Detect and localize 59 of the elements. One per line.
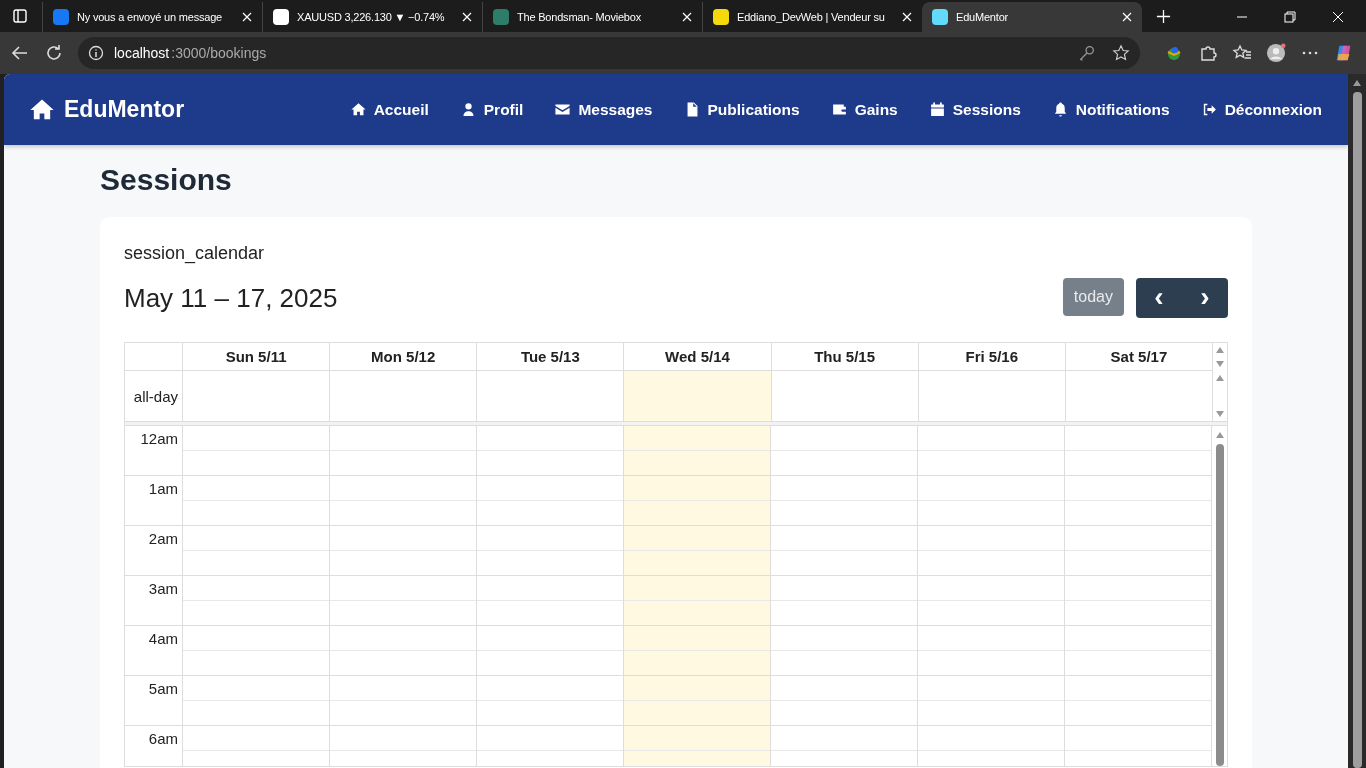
star-icon[interactable] [1112,44,1130,62]
scroll-up-icon[interactable] [1353,80,1361,86]
info-icon[interactable] [88,45,104,61]
home-icon [349,101,367,118]
calendar-title: session_calendar [124,243,266,264]
day-header: Sun 5/11 [182,343,330,371]
key-icon[interactable] [1078,44,1096,62]
nav-link[interactable]: Déconnexion [1200,100,1322,119]
sidebar-toggle-icon[interactable] [12,8,28,24]
scrollbar-thumb[interactable] [1215,444,1224,766]
hour-label: 3am [148,580,178,598]
hour-label: 5am [148,680,178,698]
close-icon[interactable] [462,12,472,22]
profile-avatar-icon[interactable] [1266,43,1286,63]
day-header: Tue 5/13 [476,343,624,371]
scrollbar-thumb[interactable] [1352,92,1362,768]
scroll-up-icon[interactable] [1216,347,1224,353]
site-icon [932,9,948,25]
hour-label: 2am [148,530,178,548]
site-icon [713,9,729,25]
close-icon[interactable] [902,12,912,22]
restore-icon[interactable] [1284,11,1296,23]
nav-link[interactable]: Sessions [928,100,1021,119]
scroll-down-icon[interactable] [1216,361,1224,367]
close-icon[interactable] [682,12,692,22]
puzzle-icon[interactable] [1198,43,1218,63]
day-header: Mon 5/12 [329,343,477,371]
all-day-label: all-day [132,386,179,407]
close-icon[interactable] [1122,12,1132,22]
day-header: Thu 5/15 [770,343,918,371]
date-range: May 11 – 17, 2025 [124,282,338,314]
day-header: Sat 5/17 [1064,343,1212,371]
nav-link[interactable]: Gains [830,100,898,119]
hour-label: 4am [148,630,178,648]
scroll-up-icon[interactable] [1216,375,1224,381]
calendar-icon [928,101,946,118]
hour-label: 12am [140,430,178,448]
site-icon [273,9,289,25]
reload-icon[interactable] [44,43,64,63]
new-tab-icon[interactable] [1156,9,1171,24]
site-icon [53,9,69,25]
close-icon[interactable] [1332,11,1344,23]
previous-button[interactable]: ‹ [1136,278,1182,318]
nav-link[interactable]: Accueil [349,100,429,119]
nav-link[interactable]: Messages [554,100,653,119]
nav-link[interactable]: Publications [683,100,800,119]
brand-logo[interactable]: EduMentor [28,95,185,124]
day-header: Fri 5/16 [917,343,1065,371]
hour-label: 1am [148,480,178,498]
close-icon[interactable] [242,12,252,22]
scroll-up-icon[interactable] [1215,432,1224,438]
address-bar[interactable]: localhost:3000/bookings [78,37,1140,69]
nav-link[interactable]: Profil [459,100,524,119]
hour-label: 6am [148,730,178,748]
page-title: Sessions [100,163,233,197]
site-icon [493,9,509,25]
browser-tab[interactable]: EduMentor [922,2,1142,32]
nav-link[interactable]: Notifications [1051,100,1170,119]
next-button[interactable]: › [1182,278,1228,318]
